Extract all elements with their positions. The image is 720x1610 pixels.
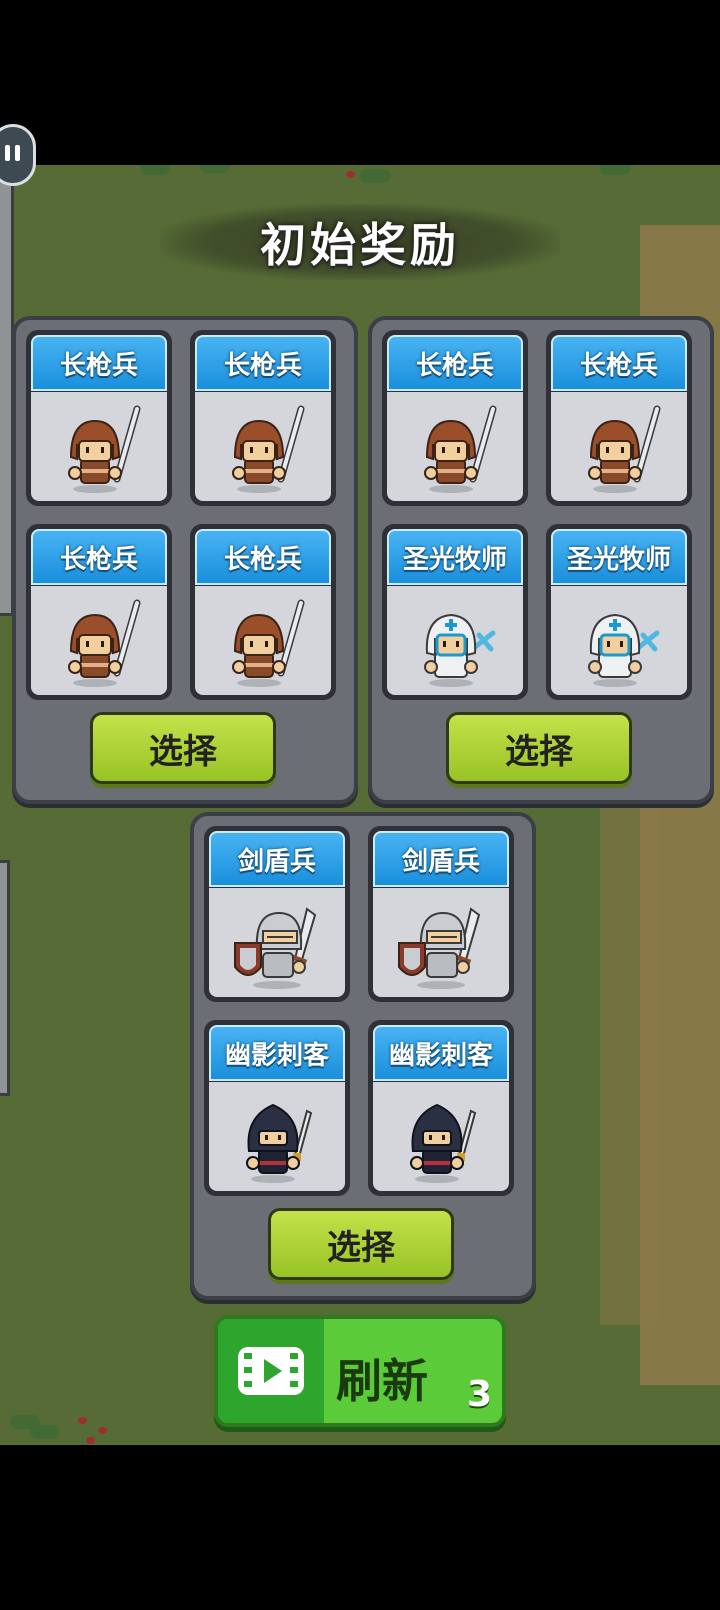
- unit-name-banner: 长枪兵: [195, 529, 331, 585]
- unit-portrait: [387, 392, 523, 501]
- priest-icon: [405, 591, 505, 691]
- unit-card: 圣光牧师: [546, 524, 692, 700]
- unit-name: 圣光牧师: [402, 544, 507, 575]
- bush: [360, 169, 390, 183]
- unit-card: 长枪兵: [190, 330, 336, 506]
- dirt-path: [600, 805, 660, 1325]
- page-title: 初始奖励: [260, 218, 460, 272]
- priest-icon: [569, 591, 669, 691]
- unit-card: 长枪兵: [190, 524, 336, 700]
- unit-name-banner: 幽影刺客: [373, 1025, 509, 1081]
- unit-portrait: [209, 888, 345, 997]
- unit-name: 剑盾兵: [401, 846, 480, 877]
- unit-name-banner: 圣光牧师: [387, 529, 523, 585]
- unit-name-banner: 长枪兵: [31, 529, 167, 585]
- unit-card: 长枪兵: [26, 330, 172, 506]
- unit-name-banner: 剑盾兵: [209, 831, 345, 887]
- unit-name-banner: 幽影刺客: [209, 1025, 345, 1081]
- assassin-icon: [410, 1103, 476, 1184]
- unit-portrait: [373, 1082, 509, 1191]
- unit-card: 长枪兵: [382, 330, 528, 506]
- select-button-label: 选择: [149, 731, 217, 772]
- refresh-label: 刷新: [336, 1354, 428, 1408]
- reward-option-3: 剑盾兵 剑盾兵 幽影刺客 幽影刺客 选择: [190, 812, 536, 1300]
- unit-name-banner: 剑盾兵: [373, 831, 509, 887]
- unit-name: 长枪兵: [59, 544, 138, 575]
- spearman-icon: [49, 591, 149, 691]
- unit-portrait: [373, 888, 509, 997]
- unit-name: 长枪兵: [415, 350, 494, 381]
- pause-button[interactable]: [0, 124, 36, 186]
- refresh-count: 3: [466, 1374, 492, 1415]
- knight-icon: [398, 907, 480, 990]
- bush: [30, 1425, 60, 1439]
- unit-card: 剑盾兵: [204, 826, 350, 1002]
- red-rock: [78, 1417, 87, 1424]
- unit-portrait: [31, 392, 167, 501]
- assassin-icon: [246, 1103, 312, 1184]
- unit-portrait: [209, 1082, 345, 1191]
- title-banner: 初始奖励: [160, 204, 560, 280]
- reward-option-2: 长枪兵 长枪兵 圣光牧师 圣光牧师 选择: [368, 316, 714, 804]
- unit-card: 剑盾兵: [368, 826, 514, 1002]
- bush: [140, 165, 170, 175]
- unit-portrait: [551, 586, 687, 695]
- unit-card: 幽影刺客: [204, 1020, 350, 1196]
- select-button-label: 选择: [505, 731, 573, 772]
- spearman-icon: [569, 397, 669, 497]
- unit-name-banner: 长枪兵: [31, 335, 167, 391]
- spearman-icon: [49, 397, 149, 497]
- unit-name: 圣光牧师: [566, 544, 671, 575]
- red-rock: [86, 1437, 95, 1444]
- unit-portrait: [31, 586, 167, 695]
- unit-name: 长枪兵: [223, 350, 302, 381]
- red-rock: [98, 1427, 107, 1434]
- reward-option-1: 长枪兵 长枪兵 长枪兵 长枪兵 选择: [12, 316, 358, 804]
- unit-portrait: [195, 586, 331, 695]
- bush: [200, 165, 230, 173]
- unit-portrait: [195, 392, 331, 501]
- knight-icon: [234, 907, 316, 990]
- stone-wall: [0, 860, 10, 1096]
- unit-portrait: [551, 392, 687, 501]
- unit-card: 圣光牧师: [382, 524, 528, 700]
- unit-name-banner: 圣光牧师: [551, 529, 687, 585]
- unit-name: 剑盾兵: [237, 846, 316, 877]
- spearman-icon: [405, 397, 505, 497]
- pause-icon: [5, 145, 20, 161]
- spearman-icon: [213, 397, 313, 497]
- unit-card: 幽影刺客: [368, 1020, 514, 1196]
- video-ad-icon: [238, 1347, 304, 1395]
- unit-name-banner: 长枪兵: [195, 335, 331, 391]
- unit-card: 长枪兵: [546, 330, 692, 506]
- select-button-label: 选择: [327, 1227, 395, 1268]
- unit-name-banner: 长枪兵: [551, 335, 687, 391]
- unit-portrait: [387, 586, 523, 695]
- select-button[interactable]: 选择: [268, 1208, 454, 1280]
- unit-name: 长枪兵: [223, 544, 302, 575]
- bush: [600, 165, 630, 175]
- spearman-icon: [213, 591, 313, 691]
- unit-name: 幽影刺客: [224, 1040, 329, 1071]
- video-ad-badge: [218, 1319, 324, 1423]
- refresh-button[interactable]: 刷新 3: [214, 1315, 506, 1427]
- unit-name: 幽影刺客: [388, 1040, 493, 1071]
- unit-card: 长枪兵: [26, 524, 172, 700]
- red-rock: [346, 171, 355, 178]
- select-button[interactable]: 选择: [446, 712, 632, 784]
- unit-name: 长枪兵: [59, 350, 138, 381]
- unit-name: 长枪兵: [579, 350, 658, 381]
- select-button[interactable]: 选择: [90, 712, 276, 784]
- unit-name-banner: 长枪兵: [387, 335, 523, 391]
